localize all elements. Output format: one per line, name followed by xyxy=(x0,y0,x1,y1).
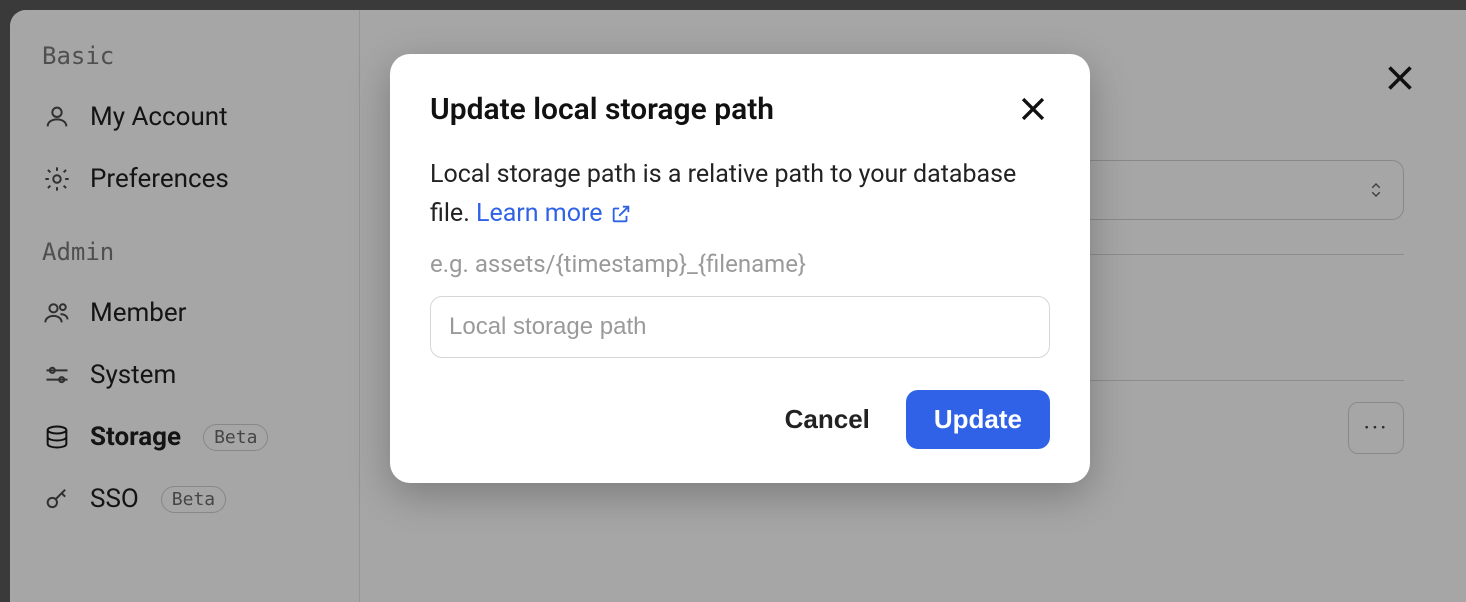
dialog-description: Local storage path is a relative path to… xyxy=(430,156,1050,234)
external-link-icon xyxy=(610,203,632,225)
cancel-button[interactable]: Cancel xyxy=(777,394,878,445)
local-storage-path-input[interactable] xyxy=(430,296,1050,358)
dialog-actions: Cancel Update xyxy=(430,390,1050,449)
learn-more-label: Learn more xyxy=(476,195,602,234)
dialog-title: Update local storage path xyxy=(430,92,774,127)
update-storage-path-dialog: Update local storage path Local storage … xyxy=(390,54,1090,483)
close-icon xyxy=(1016,92,1050,126)
dialog-close-button[interactable] xyxy=(1016,92,1050,130)
settings-panel: Basic My Account Preferences Admin Membe… xyxy=(10,10,1466,602)
learn-more-link[interactable]: Learn more xyxy=(476,195,632,234)
update-button[interactable]: Update xyxy=(906,390,1050,449)
input-hint: e.g. assets/{timestamp}_{filename} xyxy=(430,250,1050,278)
